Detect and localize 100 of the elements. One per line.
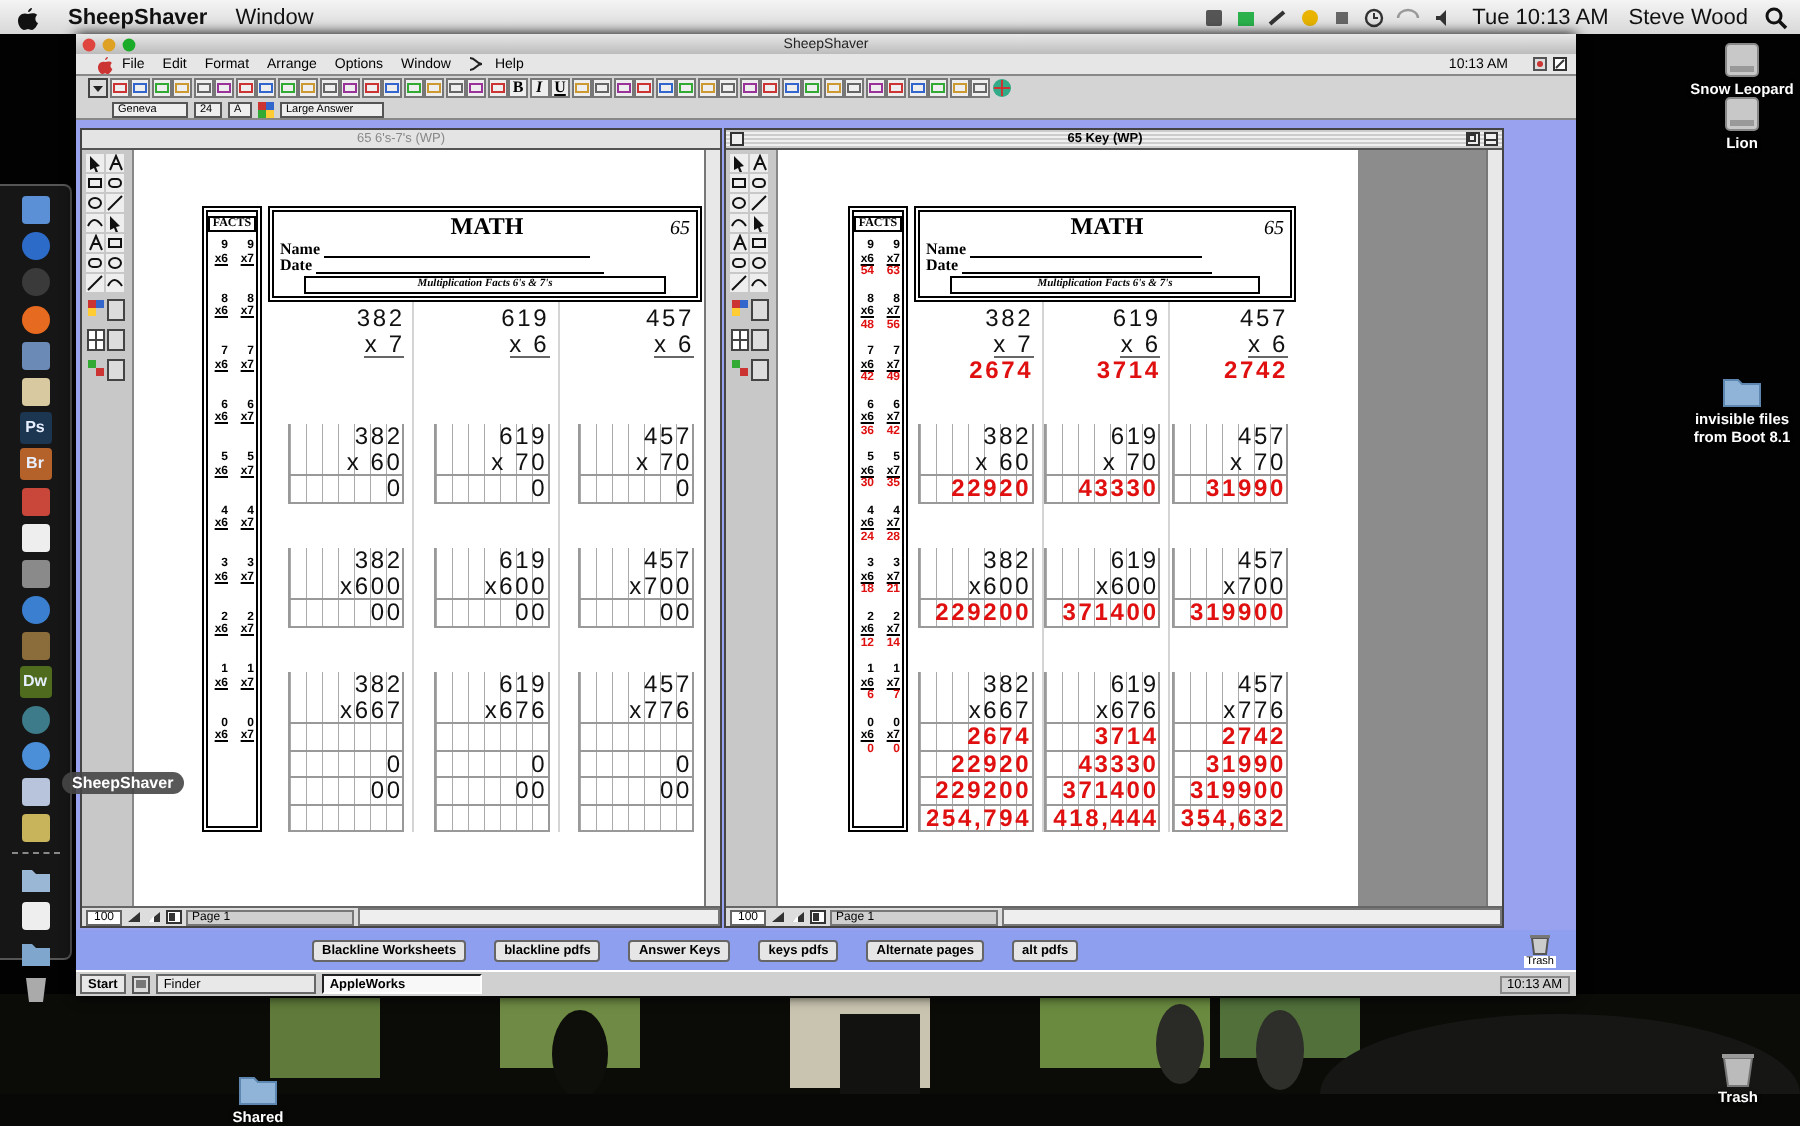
format-button[interactable]: U [550, 78, 570, 98]
app-icon[interactable] [19, 899, 51, 932]
zoom-icon[interactable] [1466, 132, 1480, 146]
worksheet-title: MATH [1068, 212, 1146, 242]
answer-text: 22920 [919, 474, 1032, 501]
status-icon[interactable] [1268, 7, 1289, 27]
multiplicand: 382 [354, 548, 403, 573]
tool-icon[interactable] [106, 254, 124, 272]
app-icon[interactable] [19, 776, 51, 808]
answer-text: 371400 [1046, 598, 1159, 625]
lesson-number: 65 [670, 218, 690, 240]
app-tile[interactable]: Ps [19, 412, 51, 445]
scroll-bar[interactable] [704, 150, 720, 906]
zoom-in-icon[interactable] [790, 910, 807, 924]
script-icon[interactable] [468, 56, 485, 72]
app-icon[interactable] [19, 812, 51, 845]
work-digit: 00 [290, 776, 403, 803]
search-icon[interactable] [1764, 5, 1788, 29]
tool-icon[interactable] [106, 274, 124, 292]
app-icon[interactable] [1532, 56, 1548, 72]
name-label: Name [926, 242, 966, 258]
tool-icon[interactable] [750, 194, 768, 212]
work-digit: 0 [435, 749, 548, 776]
tool-icon[interactable] [86, 234, 104, 252]
multiplicand: 619 [1112, 306, 1161, 331]
app-tile[interactable]: Dw [19, 666, 51, 699]
scroll-bar[interactable] [1002, 908, 1502, 926]
multiplier: x600 [339, 573, 403, 598]
line-palette-icon[interactable] [730, 358, 770, 382]
multiplicand: 619 [499, 672, 548, 697]
tool-icon[interactable] [86, 214, 104, 232]
format-button[interactable]: B [508, 78, 528, 98]
answer-text: 43330 [1046, 474, 1159, 501]
trash-icon[interactable] [1528, 932, 1553, 956]
drive-icon[interactable] [1720, 94, 1764, 134]
caret-icon[interactable] [88, 78, 108, 98]
zoom-out-icon[interactable] [770, 910, 787, 924]
globe-icon[interactable] [991, 78, 1011, 98]
drive-icon[interactable] [1720, 40, 1764, 80]
color-icon[interactable] [258, 101, 274, 117]
tool-icon[interactable] [750, 154, 768, 172]
scroll-bar[interactable] [1486, 150, 1502, 906]
line-palette-icon[interactable] [86, 358, 126, 382]
table-icon[interactable] [730, 328, 770, 352]
pencil-icon[interactable] [1552, 56, 1568, 72]
zoom-in-icon[interactable] [146, 910, 163, 924]
menu-title[interactable]: SheepShaver [68, 5, 208, 29]
multiplier: x667 [968, 697, 1032, 722]
menu-clock[interactable]: Tue 10:13 AM [1472, 5, 1609, 29]
zoom-out-icon[interactable] [126, 910, 143, 924]
page-view-icon[interactable] [810, 910, 827, 924]
tool-icon[interactable] [750, 214, 768, 232]
menu-item[interactable]: Window [235, 5, 314, 29]
multiplicand: 382 [983, 672, 1032, 697]
tool-icon[interactable] [106, 194, 124, 212]
multiplier: x 6 [1120, 331, 1161, 358]
tool-icon[interactable] [106, 214, 124, 232]
tool-icon[interactable] [750, 274, 768, 292]
scroll-bar[interactable] [358, 908, 720, 926]
fill-palette-icon[interactable] [86, 298, 126, 322]
format-button[interactable]: I [529, 78, 549, 98]
answer-text: 254,794 [919, 803, 1032, 830]
multiplicand: 382 [983, 548, 1032, 573]
work-digit: 0 [290, 474, 403, 501]
multiplier: x 7 [993, 331, 1034, 358]
multiplier: x 6 [509, 331, 550, 358]
status-icon[interactable] [1332, 7, 1353, 27]
trash-icon[interactable] [1716, 1048, 1760, 1088]
app-icon[interactable] [19, 375, 51, 408]
work-digit: 0 [290, 749, 403, 776]
tool-icon[interactable] [86, 154, 104, 172]
tool-icon[interactable] [86, 274, 104, 292]
tool-icon[interactable] [730, 274, 748, 292]
collapse-icon[interactable] [1484, 132, 1498, 146]
multiplier: x600 [484, 573, 548, 598]
status-icon[interactable] [1204, 7, 1225, 27]
work-digit: 00 [290, 598, 403, 625]
multiplier: x667 [339, 697, 403, 722]
table-icon[interactable] [86, 328, 126, 352]
multiplicand: 457 [1237, 548, 1286, 573]
tool-icon[interactable] [730, 194, 748, 212]
tool-icon[interactable] [106, 154, 124, 172]
apple-icon[interactable] [16, 5, 40, 29]
clock-icon[interactable] [1364, 7, 1385, 27]
page-view-icon[interactable] [166, 910, 183, 924]
tool-icon[interactable] [750, 254, 768, 272]
multiplicand: 457 [1237, 672, 1286, 697]
tool-icon[interactable] [730, 214, 748, 232]
fill-palette-icon[interactable] [730, 298, 770, 322]
user-name[interactable]: Steve Wood [1628, 5, 1748, 29]
tool-icon[interactable] [730, 234, 748, 252]
close-icon[interactable] [730, 132, 744, 146]
app-icon[interactable] [19, 521, 51, 554]
tool-icon[interactable] [86, 194, 104, 212]
multiplier: x776 [629, 697, 692, 722]
answer-text: 2674 [919, 722, 1032, 749]
tool-icon[interactable] [730, 154, 748, 172]
multiplicand: 457 [643, 672, 692, 697]
multiplicand: 382 [354, 424, 403, 449]
app-tile[interactable]: Br [19, 448, 51, 481]
